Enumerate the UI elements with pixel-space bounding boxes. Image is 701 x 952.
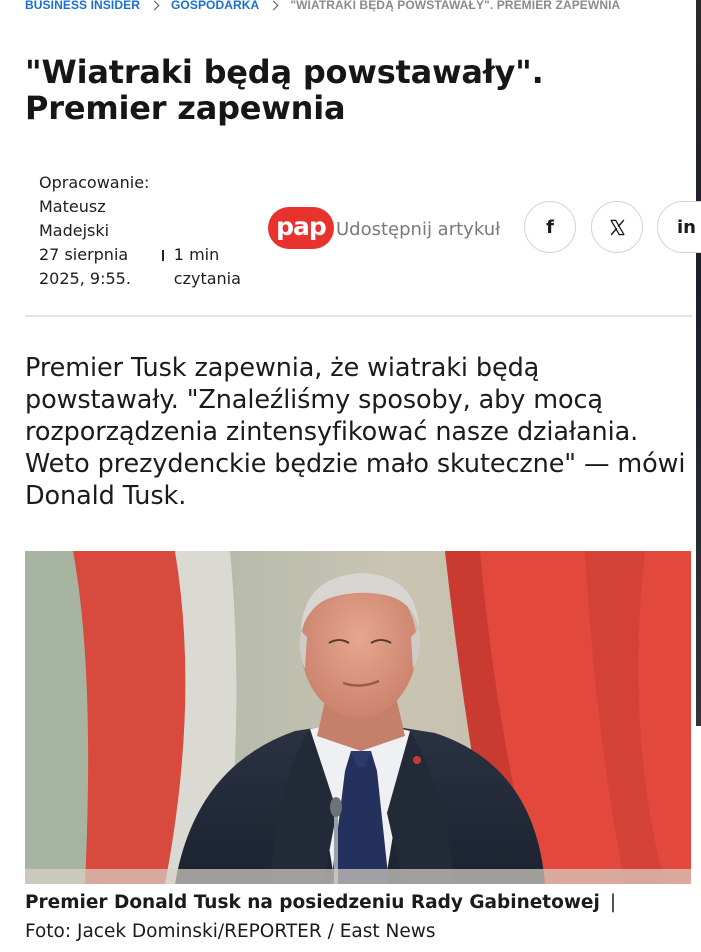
chevron-right-icon: [149, 0, 160, 10]
meta-divider: [25, 315, 692, 317]
breadcrumb-gospodarka[interactable]: GOSPODARKA: [171, 0, 259, 12]
facebook-icon: f: [546, 216, 554, 238]
article-photo-image: [25, 551, 691, 884]
photo-caption: Premier Donald Tusk na posiedzeniu Rady …: [25, 888, 685, 946]
article-lead: Premier Tusk zapewnia, że wiatraki będą …: [25, 353, 686, 511]
article-title: "Wiatraki będą powstawały". Premier zape…: [25, 53, 544, 127]
pap-logo-text: pap: [276, 211, 327, 241]
article-photo[interactable]: [25, 551, 691, 884]
pap-logo: pap: [268, 207, 334, 249]
photo-credit: Foto: Jacek Dominski/REPORTER / East New…: [25, 921, 436, 942]
read-time: 1 min czytania: [173, 245, 241, 288]
author-name[interactable]: Mateusz Madejski: [39, 195, 169, 243]
author-label: Opracowanie:: [39, 173, 150, 192]
breadcrumb-business-insider[interactable]: BUSINESS INSIDER: [25, 0, 140, 12]
breadcrumb: BUSINESS INSIDER GOSPODARKA "WIATRAKI BĘ…: [25, 0, 620, 14]
chevron-right-icon: [268, 0, 279, 10]
caption-title: Premier Donald Tusk na posiedzeniu Rady …: [25, 892, 600, 913]
caption-separator: |: [609, 892, 617, 913]
meta-separator: [161, 250, 164, 261]
share-label: Udostępnij artykuł: [336, 219, 501, 240]
publish-date: 27 sierpnia 2025, 9:55.: [39, 245, 131, 288]
article-meta: Opracowanie: Mateusz Madejski 27 sierpni…: [39, 171, 249, 291]
breadcrumb-current: "WIATRAKI BĘDĄ POWSTAWAŁY". PREMIER ZAPE…: [290, 0, 621, 12]
linkedin-icon: in: [677, 216, 696, 238]
page-edge-strip: [696, 0, 701, 726]
share-x-button[interactable]: [591, 201, 643, 253]
x-icon: [609, 219, 625, 235]
meta-date-row: 27 sierpnia 2025, 9:55. 1 min czytania: [39, 243, 249, 291]
share-facebook-button[interactable]: f: [524, 201, 576, 253]
share-linkedin-button[interactable]: in: [657, 201, 701, 253]
